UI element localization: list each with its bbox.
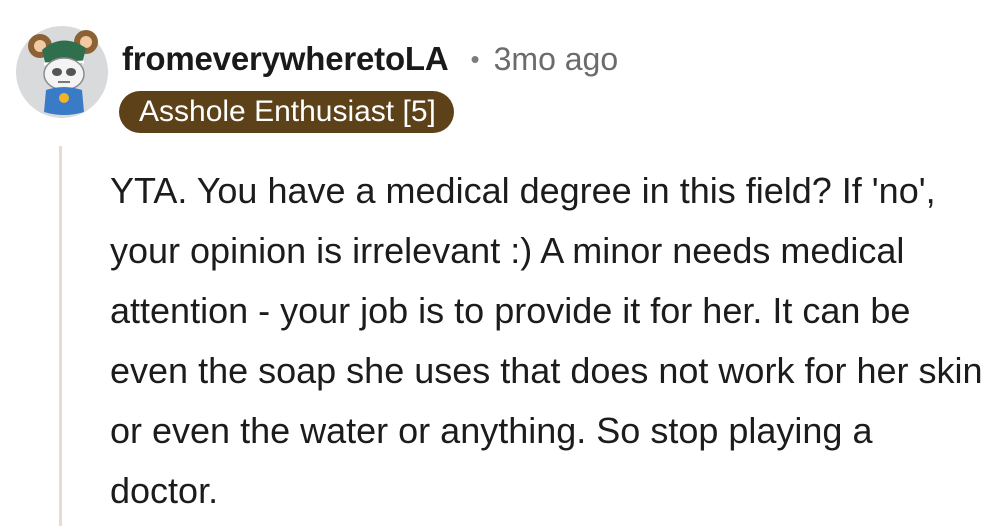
user-avatar[interactable] — [16, 12, 108, 118]
comment: fromeverywheretoLA • 3mo ago Asshole Ent… — [0, 0, 1000, 526]
comment-meta: fromeverywheretoLA • 3mo ago — [122, 36, 618, 82]
username-link[interactable]: fromeverywheretoLA — [122, 40, 449, 78]
meta-separator: • — [470, 43, 480, 74]
comment-timestamp[interactable]: 3mo ago — [494, 41, 619, 78]
thread-collapse-line[interactable] — [59, 146, 62, 526]
comment-body: YTA. You have a medical degree in this f… — [110, 170, 983, 511]
user-flair-badge: Asshole Enthusiast [5] — [119, 91, 454, 133]
snoo-avatar-icon — [16, 26, 108, 118]
